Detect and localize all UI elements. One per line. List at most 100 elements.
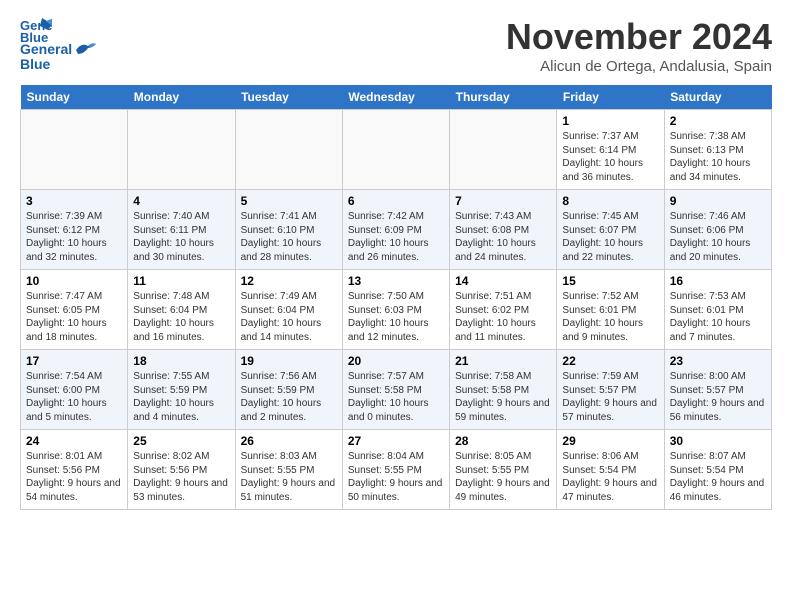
col-tuesday: Tuesday [235,85,342,110]
day-info: Sunrise: 7:45 AM Sunset: 6:07 PM Dayligh… [562,210,658,264]
day-number: 24 [26,434,122,448]
day-number: 29 [562,434,658,448]
calendar-cell: 7 Sunrise: 7:43 AM Sunset: 6:08 PM Daylig… [450,190,557,270]
day-info: Sunrise: 7:59 AM Sunset: 5:57 PM Dayligh… [562,370,658,424]
day-info: Sunrise: 7:43 AM Sunset: 6:08 PM Dayligh… [455,210,551,264]
day-info: Sunrise: 8:06 AM Sunset: 5:54 PM Dayligh… [562,450,658,504]
day-number: 2 [670,114,766,128]
day-number: 7 [455,194,551,208]
day-number: 3 [26,194,122,208]
calendar-cell: 8Sunrise: 7:45 AM Sunset: 6:07 PM Daylig… [557,190,664,270]
day-number: 4 [133,194,229,208]
calendar-cell: 12 Sunrise: 7:49 AM Sunset: 6:04 PM Dayli… [235,270,342,350]
calendar-cell: 9 Sunrise: 7:46 AM Sunset: 6:06 PM Daylig… [664,190,771,270]
week-row-1: 1 Sunrise: 7:37 AM Sunset: 6:14 PM Daylig… [21,110,772,190]
day-number: 21 [455,354,551,368]
calendar-cell: 3 Sunrise: 7:39 AM Sunset: 6:12 PM Daylig… [21,190,128,270]
calendar-cell: 15 Sunrise: 7:52 AM Sunset: 6:01 PM Dayli… [557,270,664,350]
col-friday: Friday [557,85,664,110]
day-info: Sunrise: 7:52 AM Sunset: 6:01 PM Dayligh… [562,290,658,344]
day-info: Sunrise: 7:38 AM Sunset: 6:13 PM Dayligh… [670,130,766,184]
calendar-table: Sunday Monday Tuesday Wednesday Thursday… [20,85,772,510]
calendar-header-row: Sunday Monday Tuesday Wednesday Thursday… [21,85,772,110]
day-info: Sunrise: 7:51 AM Sunset: 6:02 PM Dayligh… [455,290,551,344]
day-info: Sunrise: 7:39 AM Sunset: 6:12 PM Dayligh… [26,210,122,264]
day-number: 12 [241,274,337,288]
day-number: 25 [133,434,229,448]
day-info: Sunrise: 7:58 AM Sunset: 5:58 PM Dayligh… [455,370,551,424]
calendar-cell: 28Sunrise: 8:05 AM Sunset: 5:55 PM Dayli… [450,430,557,510]
calendar-cell: 24 Sunrise: 8:01 AM Sunset: 5:56 PM Dayli… [21,430,128,510]
day-info: Sunrise: 7:53 AM Sunset: 6:01 PM Dayligh… [670,290,766,344]
day-info: Sunrise: 7:47 AM Sunset: 6:05 PM Dayligh… [26,290,122,344]
day-info: Sunrise: 8:00 AM Sunset: 5:57 PM Dayligh… [670,370,766,424]
calendar-cell: 14 Sunrise: 7:51 AM Sunset: 6:02 PM Dayli… [450,270,557,350]
day-info: Sunrise: 7:37 AM Sunset: 6:14 PM Dayligh… [562,130,658,184]
day-number: 13 [348,274,444,288]
day-info: Sunrise: 7:56 AM Sunset: 5:59 PM Dayligh… [241,370,337,424]
calendar-cell: 2 Sunrise: 7:38 AM Sunset: 6:13 PM Daylig… [664,110,771,190]
day-info: Sunrise: 7:41 AM Sunset: 6:10 PM Dayligh… [241,210,337,264]
day-number: 26 [241,434,337,448]
col-sunday: Sunday [21,85,128,110]
day-info: Sunrise: 8:05 AM Sunset: 5:55 PM Dayligh… [455,450,551,504]
day-info: Sunrise: 8:01 AM Sunset: 5:56 PM Dayligh… [26,450,122,504]
week-row-5: 24 Sunrise: 8:01 AM Sunset: 5:56 PM Dayli… [21,430,772,510]
week-row-3: 10 Sunrise: 7:47 AM Sunset: 6:05 PM Dayli… [21,270,772,350]
day-number: 20 [348,354,444,368]
calendar-cell [235,110,342,190]
logo-bird-svg [74,40,96,58]
title-block: November 2024 Alicun de Ortega, Andalusi… [506,16,772,75]
day-number: 30 [670,434,766,448]
calendar-cell: 1 Sunrise: 7:37 AM Sunset: 6:14 PM Daylig… [557,110,664,190]
location: Alicun de Ortega, Andalusia, Spain [506,58,772,75]
day-number: 22 [562,354,658,368]
day-info: Sunrise: 7:55 AM Sunset: 5:59 PM Dayligh… [133,370,229,424]
logo-text-blue: Blue [20,56,50,72]
col-monday: Monday [128,85,235,110]
calendar-cell: 6Sunrise: 7:42 AM Sunset: 6:09 PM Daylig… [342,190,449,270]
day-number: 5 [241,194,337,208]
page-container: General Blue General Blue November 2024 … [0,0,792,526]
day-number: 19 [241,354,337,368]
calendar-cell: 4 Sunrise: 7:40 AM Sunset: 6:11 PM Daylig… [128,190,235,270]
col-saturday: Saturday [664,85,771,110]
day-number: 27 [348,434,444,448]
week-row-2: 3 Sunrise: 7:39 AM Sunset: 6:12 PM Daylig… [21,190,772,270]
day-info: Sunrise: 7:49 AM Sunset: 6:04 PM Dayligh… [241,290,337,344]
calendar-cell [450,110,557,190]
calendar-cell: 13 Sunrise: 7:50 AM Sunset: 6:03 PM Dayli… [342,270,449,350]
calendar-cell: 18 Sunrise: 7:55 AM Sunset: 5:59 PM Dayli… [128,350,235,430]
calendar-cell: 19 Sunrise: 7:56 AM Sunset: 5:59 PM Dayli… [235,350,342,430]
day-number: 11 [133,274,229,288]
calendar-cell: 20 Sunrise: 7:57 AM Sunset: 5:58 PM Dayli… [342,350,449,430]
day-info: Sunrise: 7:50 AM Sunset: 6:03 PM Dayligh… [348,290,444,344]
calendar-cell: 30Sunrise: 8:07 AM Sunset: 5:54 PM Dayli… [664,430,771,510]
day-info: Sunrise: 7:40 AM Sunset: 6:11 PM Dayligh… [133,210,229,264]
day-info: Sunrise: 8:03 AM Sunset: 5:55 PM Dayligh… [241,450,337,504]
calendar-cell: 25Sunrise: 8:02 AM Sunset: 5:56 PM Dayli… [128,430,235,510]
calendar-cell: 26 Sunrise: 8:03 AM Sunset: 5:55 PM Dayli… [235,430,342,510]
day-number: 15 [562,274,658,288]
day-info: Sunrise: 7:46 AM Sunset: 6:06 PM Dayligh… [670,210,766,264]
day-number: 10 [26,274,122,288]
calendar-cell: 10 Sunrise: 7:47 AM Sunset: 6:05 PM Dayli… [21,270,128,350]
month-title: November 2024 [506,16,772,58]
day-number: 14 [455,274,551,288]
calendar-cell: 22 Sunrise: 7:59 AM Sunset: 5:57 PM Dayli… [557,350,664,430]
calendar-cell: 16Sunrise: 7:53 AM Sunset: 6:01 PM Dayli… [664,270,771,350]
day-info: Sunrise: 8:04 AM Sunset: 5:55 PM Dayligh… [348,450,444,504]
day-number: 9 [670,194,766,208]
week-row-4: 17Sunrise: 7:54 AM Sunset: 6:00 PM Dayli… [21,350,772,430]
calendar-cell: 23 Sunrise: 8:00 AM Sunset: 5:57 PM Dayli… [664,350,771,430]
day-number: 17 [26,354,122,368]
day-info: Sunrise: 7:57 AM Sunset: 5:58 PM Dayligh… [348,370,444,424]
calendar-cell: 29 Sunrise: 8:06 AM Sunset: 5:54 PM Dayli… [557,430,664,510]
calendar-cell: 5 Sunrise: 7:41 AM Sunset: 6:10 PM Daylig… [235,190,342,270]
calendar-cell: 17Sunrise: 7:54 AM Sunset: 6:00 PM Dayli… [21,350,128,430]
day-number: 18 [133,354,229,368]
day-number: 1 [562,114,658,128]
day-number: 23 [670,354,766,368]
calendar-cell: 27 Sunrise: 8:04 AM Sunset: 5:55 PM Dayli… [342,430,449,510]
day-info: Sunrise: 7:48 AM Sunset: 6:04 PM Dayligh… [133,290,229,344]
